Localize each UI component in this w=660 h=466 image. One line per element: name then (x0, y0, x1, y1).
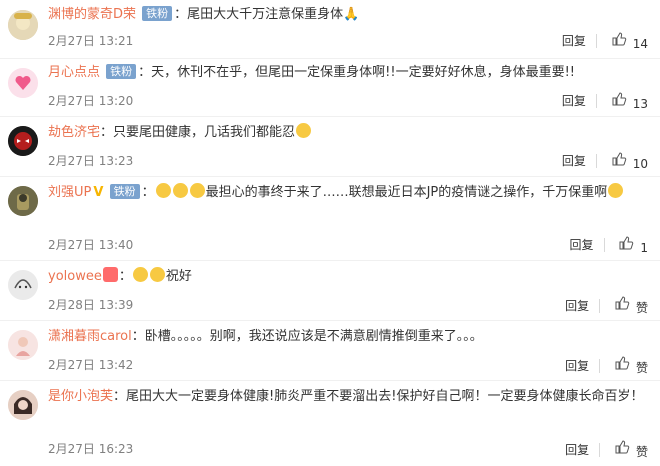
username[interactable]: 是你小泡芙 (48, 389, 113, 404)
comment-item: 刘强UP V 铁粉：最担心的事终于来了……联想最近日本JP的疫情谜之操作，千万保重… (0, 176, 660, 261)
reply-button[interactable]: 回复 (562, 32, 586, 49)
timestamp: 2月27日 13:42 (48, 358, 134, 372)
avatar[interactable] (8, 270, 38, 300)
like-count: 10 (632, 156, 648, 171)
like-button[interactable]: 赞 (614, 439, 648, 460)
thumb-up-icon (615, 440, 630, 454)
emoji-icon (102, 267, 118, 282)
timestamp: 2月27日 13:21 (48, 34, 134, 48)
comment-item: 渊博的蒙奇D荣 铁粉 ：尾田大大千万注意保重身体🙏 2月27日 13:21 回复 … (0, 0, 660, 59)
emoji-icon (132, 267, 148, 282)
verified-v-icon: V (93, 185, 104, 200)
comment-text: 卧槽。。。。。别啊，我还说应该是不满意剧情推倒重来了。。。 (144, 329, 483, 344)
comment-item: 月心点点 铁粉 ：天，休刊不在乎，但尾田一定保重身体啊!!一定要好好休息，身体最重… (0, 58, 660, 117)
emoji-icon (608, 183, 624, 198)
emoji-icon (149, 267, 165, 282)
like-button[interactable]: 13 (611, 91, 648, 111)
thumb-up-icon (612, 152, 626, 166)
reply-button[interactable]: 回复 (565, 441, 589, 458)
like-count: 1 (640, 240, 648, 255)
like-count: 13 (632, 96, 648, 111)
username[interactable]: 月心点点 (48, 65, 100, 80)
thumb-up-icon (615, 296, 630, 310)
reply-button[interactable]: 回复 (562, 152, 586, 169)
reply-button[interactable]: 回复 (565, 297, 589, 314)
username[interactable]: 潇湘暮雨carol (48, 329, 132, 344)
avatar[interactable] (8, 186, 38, 216)
comment-list: 渊博的蒙奇D荣 铁粉 ：尾田大大千万注意保重身体🙏 2月27日 13:21 回复 … (0, 0, 660, 466)
timestamp: 2月27日 13:23 (48, 154, 134, 168)
thumb-up-icon (619, 236, 634, 250)
comment-text: 天，休刊不在乎，但尾田一定保重身体啊!!一定要好好休息，身体最重要!! (151, 65, 576, 80)
emoji-icon (172, 183, 188, 198)
avatar[interactable] (8, 390, 38, 420)
timestamp: 2月27日 13:40 (48, 238, 134, 252)
like-button[interactable]: 赞 (614, 355, 648, 376)
like-button[interactable]: 1 (618, 235, 648, 255)
avatar[interactable] (8, 10, 38, 40)
comment-item: 是你小泡芙：尾田大大一定要身体健康!肺炎严重不要溜出去!保护好自己啊！一定要身体… (0, 380, 660, 466)
comment-text: 祝好 (165, 269, 192, 284)
username[interactable]: 刘强UP (48, 185, 91, 200)
avatar[interactable] (8, 330, 38, 360)
reply-button[interactable]: 回复 (565, 357, 589, 374)
like-label: 赞 (635, 301, 648, 315)
like-label: 赞 (635, 445, 648, 459)
username[interactable]: 劫色济宅 (48, 125, 100, 140)
thumb-up-icon (612, 32, 626, 46)
like-label: 赞 (635, 361, 648, 375)
avatar[interactable] (8, 68, 38, 98)
thumb-up-icon (612, 92, 626, 106)
comment-text: 最担心的事终于来了……联想最近日本JP的疫情谜之操作，千万保重啊 (205, 185, 608, 200)
avatar[interactable] (8, 126, 38, 156)
comment-item: 劫色济宅：只要尾田健康，几话我们都能忍 2月27日 13:23 回复 10 (0, 116, 660, 177)
fan-badge: 铁粉 (109, 184, 140, 199)
like-button[interactable]: 10 (611, 151, 648, 171)
emoji-icon (155, 183, 171, 198)
comment-text: 尾田大大一定要身体健康!肺炎严重不要溜出去!保护好自己啊！一定要身体健康长命百岁… (126, 389, 644, 404)
comment-item: 潇湘暮雨carol：卧槽。。。。。别啊，我还说应该是不满意剧情推倒重来了。。。 … (0, 320, 660, 381)
timestamp: 2月27日 16:23 (48, 442, 134, 456)
comment-text: 尾田大大千万注意保重身体🙏 (187, 7, 360, 22)
timestamp: 2月27日 13:20 (48, 94, 134, 108)
thumb-up-icon (615, 356, 630, 370)
comment-text: 只要尾田健康，几话我们都能忍 (113, 125, 296, 140)
like-button[interactable]: 赞 (614, 295, 648, 316)
username[interactable]: 渊博的蒙奇D荣 (48, 7, 136, 22)
emoji-icon (189, 183, 205, 198)
like-button[interactable]: 14 (611, 31, 648, 51)
reply-button[interactable]: 回复 (562, 92, 586, 109)
fan-badge: 铁粉 (106, 64, 137, 79)
reply-button[interactable]: 回复 (570, 236, 594, 253)
comment-item: yolowee：祝好 2月28日 13:39 回复 赞 (0, 260, 660, 321)
emoji-icon (296, 123, 312, 138)
like-count: 14 (632, 36, 648, 51)
timestamp: 2月28日 13:39 (48, 298, 134, 312)
username[interactable]: yolowee (48, 269, 102, 284)
fan-badge: 铁粉 (142, 6, 173, 21)
